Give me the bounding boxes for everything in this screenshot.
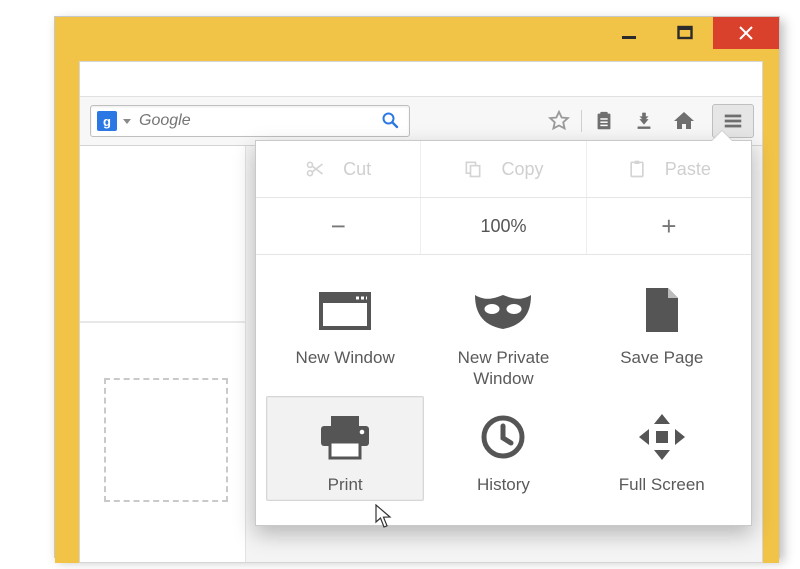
search-engine-button[interactable]: g (97, 111, 117, 131)
zoom-out-button[interactable]: − (256, 198, 420, 254)
menu-tile-full-screen[interactable]: Full Screen (583, 396, 741, 501)
dropzone-placeholder (104, 378, 228, 502)
close-icon (738, 25, 754, 41)
copy-icon (463, 159, 483, 179)
minimize-icon (620, 24, 638, 42)
reader-button[interactable] (584, 105, 624, 137)
zoom-in-button[interactable]: + (586, 198, 751, 254)
mask-icon (473, 281, 533, 339)
home-button[interactable] (664, 105, 704, 137)
browser-chrome: g (79, 61, 763, 563)
maximize-icon (676, 24, 694, 42)
paste-button[interactable]: Paste (586, 141, 751, 197)
window-icon (318, 281, 372, 339)
copy-button[interactable]: Copy (420, 141, 585, 197)
google-logo-letter: g (103, 114, 111, 129)
maximize-button[interactable] (657, 17, 713, 49)
bookmark-star-button[interactable] (539, 105, 579, 137)
tile-label: Save Page (620, 347, 703, 368)
tile-label: History (477, 474, 530, 495)
zoom-row: − 100% + (256, 198, 751, 255)
downloads-button[interactable] (624, 105, 664, 137)
menu-tile-new-window[interactable]: New Window (266, 269, 424, 396)
paste-label: Paste (665, 159, 711, 180)
cut-button[interactable]: Cut (256, 141, 420, 197)
scissors-icon (305, 159, 325, 179)
panel-arrow (711, 131, 733, 142)
chevron-down-icon[interactable] (123, 119, 131, 124)
home-icon (672, 109, 696, 133)
tile-label: New Window (296, 347, 395, 368)
content-area: Cut Copy (80, 146, 762, 562)
clipboard-icon (593, 110, 615, 132)
download-icon (633, 110, 655, 132)
hamburger-icon (722, 110, 744, 132)
search-box[interactable]: g (90, 105, 410, 137)
cut-label: Cut (343, 159, 371, 180)
tile-label: Full Screen (619, 474, 705, 495)
zoom-level: 100% (420, 198, 585, 254)
fullscreen-icon (637, 408, 687, 466)
search-icon[interactable] (381, 111, 399, 132)
minimize-button[interactable] (601, 17, 657, 49)
paste-icon (627, 159, 647, 179)
main-toolbar: g (80, 96, 762, 146)
menu-tile-new-private-window[interactable]: New Private Window (424, 269, 582, 396)
clock-icon (480, 408, 526, 466)
clipboard-row: Cut Copy (256, 141, 751, 198)
menu-grid: New Window New Private Window Save Page Pri… (256, 255, 751, 525)
page-left-panel (80, 146, 246, 562)
window-titlebar (55, 17, 779, 61)
menu-tile-history[interactable]: History (424, 396, 582, 501)
browser-window: g (54, 16, 780, 558)
toolbar-separator (581, 110, 582, 132)
star-icon (548, 110, 570, 132)
print-icon (317, 408, 373, 466)
close-button[interactable] (713, 17, 779, 49)
search-input[interactable] (139, 112, 375, 130)
hamburger-menu-panel: Cut Copy (255, 140, 752, 526)
mouse-cursor (375, 504, 395, 530)
tile-label: New Private Window (458, 347, 550, 390)
menu-tile-print[interactable]: Print (266, 396, 424, 501)
menu-tile-save-page[interactable]: Save Page (583, 269, 741, 396)
copy-label: Copy (501, 159, 543, 180)
tab-strip (80, 62, 762, 96)
page-icon (642, 281, 682, 339)
tile-label: Print (328, 474, 363, 495)
